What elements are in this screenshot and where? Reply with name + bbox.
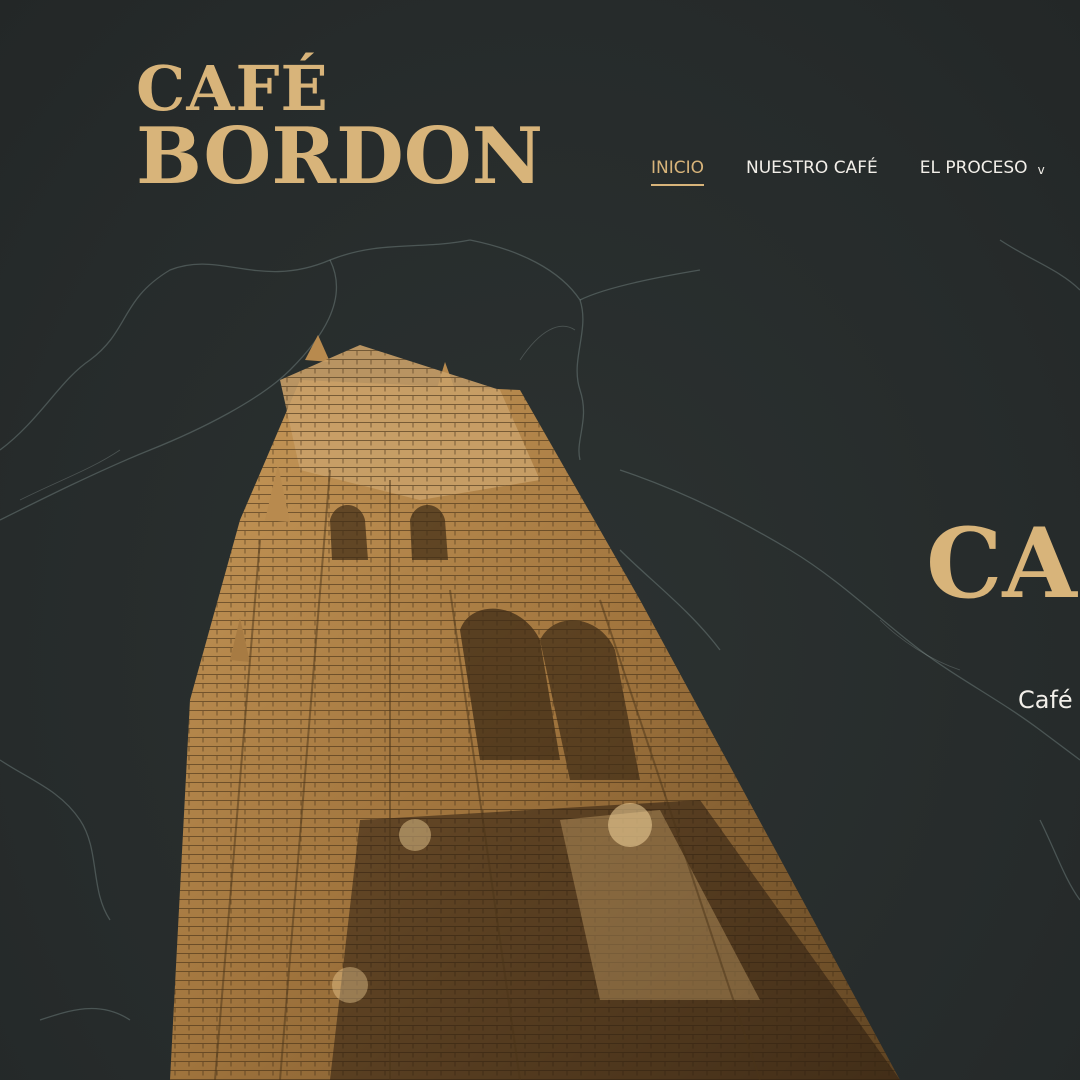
site-logo[interactable]: CAFÉ BORDON bbox=[136, 58, 543, 196]
nav-item-nuestro-cafe[interactable]: NUESTRO CAFÉ bbox=[746, 158, 878, 186]
chevron-down-icon: v bbox=[1037, 163, 1045, 177]
nav-item-label: NUESTRO CAFÉ bbox=[746, 158, 878, 178]
nav-item-label: EL PROCESO bbox=[919, 158, 1028, 178]
main-nav: INICIO NUESTRO CAFÉ EL PROCESO v bbox=[651, 158, 1045, 186]
hero-title: CAFÉ BORDON bbox=[926, 507, 1080, 620]
nav-item-label: INICIO bbox=[651, 158, 705, 178]
nav-item-el-proceso[interactable]: EL PROCESO v bbox=[920, 158, 1045, 186]
page: CAFÉ BORDON INICIO NUESTRO CAFÉ EL PROCE… bbox=[0, 0, 1080, 1080]
hero-subtitle: Café bbox=[1018, 686, 1073, 714]
nav-item-inicio[interactable]: INICIO bbox=[651, 158, 705, 186]
logo-line-2: BORDON bbox=[136, 111, 544, 202]
